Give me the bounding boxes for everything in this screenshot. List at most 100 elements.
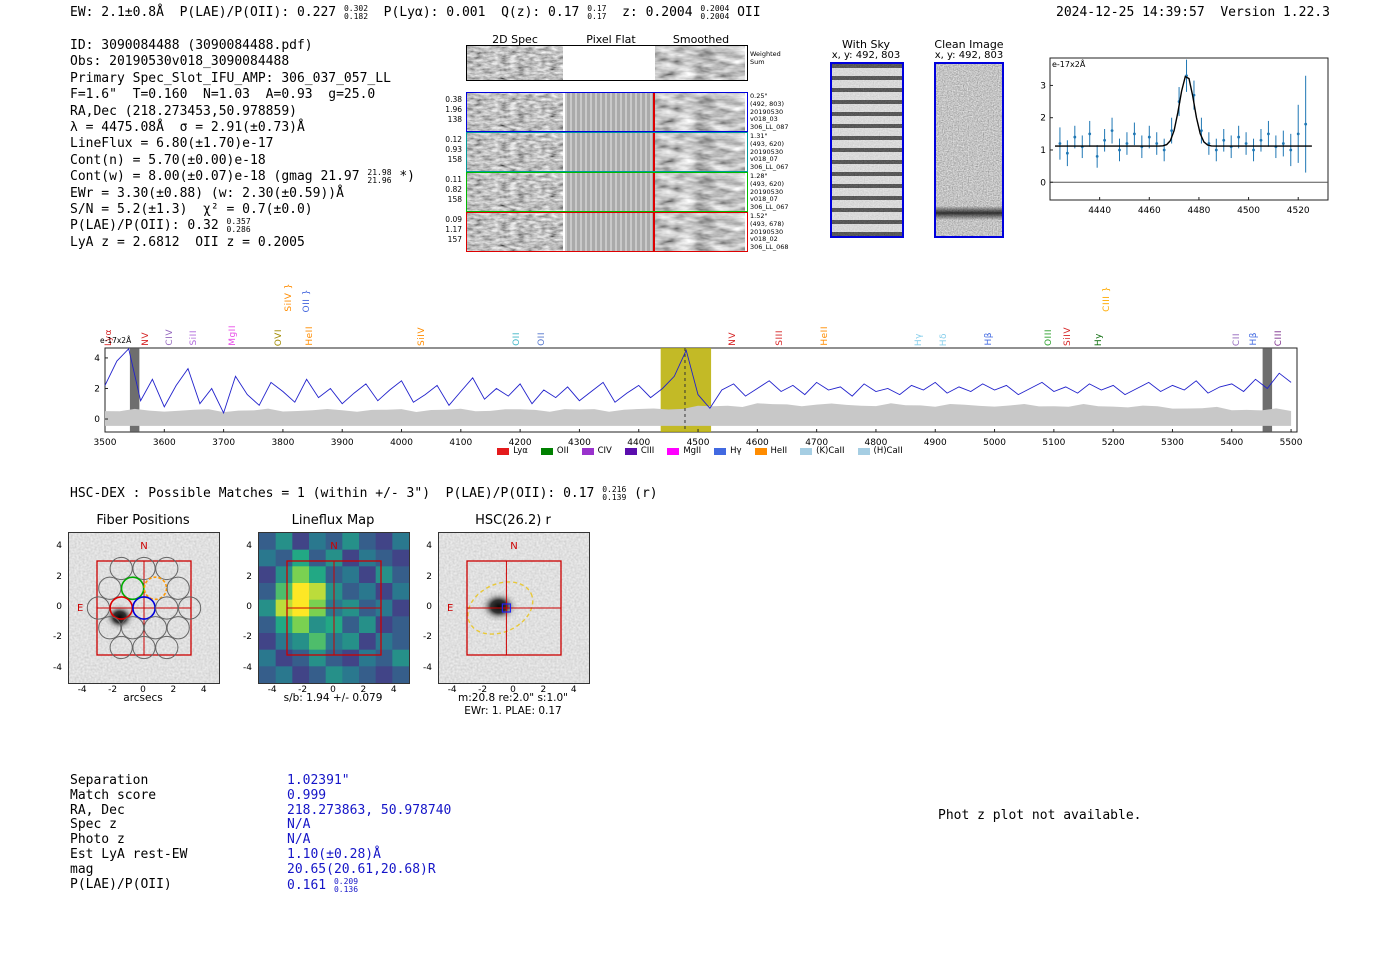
spec2d-left-labels: 0.110.82158 — [440, 175, 462, 204]
spec2d-row — [466, 132, 748, 172]
spec2d-panel-pixelflat — [565, 46, 653, 80]
hscdex-summary: HSC-DEX : Possible Matches = 1 (within +… — [70, 486, 658, 502]
info-line: λ = 4475.08Å σ = 2.91(±0.73)Å — [70, 120, 415, 136]
info-line: ID: 3090084488 (3090084488.pdf) — [70, 38, 415, 54]
spectrum-legend-row: Lyα OII CIV CIII MgII Hγ HeII (K)CaII (H)CaII — [70, 446, 1330, 456]
with-sky-noise — [832, 64, 902, 236]
text-seg: Cont(n) = 5.70(±0.00)e-18 — [70, 153, 266, 168]
legend-swatch — [667, 448, 679, 455]
legend-swatch — [755, 448, 767, 455]
legend-swatch — [800, 448, 812, 455]
legend-label: OII — [557, 446, 569, 456]
detection-info-block: ID: 3090084488 (3090084488.pdf)Obs: 2019… — [70, 38, 415, 251]
lineflux-map-title: Lineflux Map — [255, 513, 411, 528]
cutout-xtick: 0 — [134, 685, 152, 695]
spec2d-right-labels: 0.25"(492, 803)20190530v018_03306_LL_087 — [750, 93, 812, 132]
text-seg: Cont(w) = 8.00(±0.07)e-18 (gmag 21.97 — [70, 169, 367, 184]
info-line: F=1.6" T=0.160 N=1.03 A=0.93 g=25.0 — [70, 87, 415, 103]
text-seg: 0.999 — [287, 788, 326, 803]
legend-item: (K)CaII — [800, 446, 844, 456]
svg-text:3: 3 — [1040, 81, 1046, 91]
match-field-label: RA, Dec — [70, 804, 125, 819]
legend-swatch — [714, 448, 726, 455]
text-seg: λ = 4475.08Å σ = 2.91(±0.73)Å — [70, 120, 305, 135]
spec2d-row — [466, 172, 748, 212]
stacked-uncertainty: 21.9821.96 — [367, 169, 391, 185]
stacked-uncertainty: 0.170.17 — [587, 5, 606, 21]
info-line: Obs: 20190530v018_3090084488 — [70, 54, 415, 70]
match-field-value: 0.999 — [287, 789, 326, 804]
spec2d-panel-pixelflat — [565, 133, 653, 171]
match-field-value: 0.161 0.2090.136 — [287, 878, 358, 894]
spec2d-panel-smoothed — [655, 173, 745, 211]
legend-label: Hγ — [730, 446, 741, 456]
text-seg: Primary Spec_Slot_IFU_AMP: 306_037_057_L… — [70, 71, 391, 86]
cutout-xtick: 4 — [385, 685, 403, 695]
legend-label: (H)CaII — [874, 446, 903, 456]
cutout-ytick: -4 — [44, 663, 62, 673]
svg-text:2: 2 — [1040, 114, 1046, 124]
legend-item: Hγ — [714, 446, 741, 456]
cutout-ytick: 4 — [414, 541, 432, 551]
text-seg: 218.273863, 50.978740 — [287, 803, 451, 818]
clean-image — [934, 62, 1004, 238]
legend-label: CIV — [598, 446, 612, 456]
legend-item: HeII — [755, 446, 788, 456]
spec2d-left-labels: 0.381.96138 — [440, 95, 462, 124]
svg-text:N: N — [330, 541, 337, 552]
text-seg: EWr = 3.30(±0.88) (w: 2.30(±0.59))Å — [70, 186, 344, 201]
legend-item: OII — [541, 446, 569, 456]
hsc-sub2: EWr: 1. PLAE: 0.17 — [435, 705, 591, 717]
svg-text:4: 4 — [94, 354, 100, 364]
legend-swatch — [497, 448, 509, 455]
match-field-value: N/A — [287, 833, 310, 848]
legend-label: Lyα — [513, 446, 528, 456]
spec2d-panel-pixelflat — [565, 93, 653, 131]
svg-text:e-17x2Å: e-17x2Å — [1052, 58, 1086, 69]
stacked-uncertainty: 0.2160.139 — [602, 486, 626, 502]
info-line: LyA z = 2.6812 OII z = 0.2005 — [70, 235, 415, 251]
spec2d-panel-2dspec — [467, 213, 563, 251]
text-seg: z: 0.2004 — [606, 5, 700, 20]
emission-line-label: CIII } — [1102, 286, 1112, 312]
legend-label: CIII — [641, 446, 654, 456]
legend-item: (H)CaII — [858, 446, 903, 456]
info-line: Cont(w) = 8.00(±0.07)e-18 (gmag 21.97 21… — [70, 169, 415, 185]
svg-text:E: E — [77, 603, 83, 614]
hsc-title: HSC(26.2) r — [435, 513, 591, 528]
text-seg: HSC-DEX : Possible Matches = 1 (within +… — [70, 486, 602, 501]
emission-line-label: OII } — [302, 289, 312, 312]
spec2d-panel-2dspec — [467, 173, 563, 211]
text-seg: OII — [729, 5, 760, 20]
match-field-label: P(LAE)/P(OII) — [70, 878, 172, 893]
legend-item: MgII — [667, 446, 701, 456]
text-seg: F=1.6" T=0.160 N=1.03 A=0.93 g=25.0 — [70, 87, 375, 102]
main-spectrum-svg: 0243500360037003800390040004100420043004… — [68, 338, 1332, 452]
cutout-xtick: -4 — [443, 685, 461, 695]
svg-text:0: 0 — [94, 415, 100, 425]
cutout-xtick: -2 — [104, 685, 122, 695]
legend-swatch — [625, 448, 637, 455]
emission-line-label: SiIV } — [284, 283, 294, 312]
cutout-ytick: 2 — [414, 572, 432, 582]
info-line: S/N = 5.2(±1.3) χ² = 0.7(±0.0) — [70, 202, 415, 218]
cutout-ytick: -4 — [414, 663, 432, 673]
spec2d-panel-smoothed — [655, 93, 745, 131]
spec2d-row — [466, 45, 748, 81]
zoom-spectrum-svg: 012344404460448045004520e-17x2Å — [1032, 52, 1336, 226]
spec2d-panel-2dspec — [467, 93, 563, 131]
cutout-ytick: 2 — [44, 572, 62, 582]
stacked-uncertainty: 0.20040.2004 — [700, 5, 729, 21]
cutout-xtick: 4 — [565, 685, 583, 695]
cutout-xtick: 2 — [354, 685, 372, 695]
cutout-xtick: -2 — [294, 685, 312, 695]
cutout-fiber-positions: NE — [68, 532, 220, 684]
info-line: RA,Dec (218.273453,50.978859) — [70, 104, 415, 120]
text-seg: 1.02391" — [287, 773, 350, 788]
match-field-label: Est LyA rest-EW — [70, 848, 187, 863]
cutout-ytick: 0 — [44, 602, 62, 612]
main-spectrum-plot: 0243500360037003800390040004100420043004… — [68, 338, 1332, 456]
cutout-ytick: 0 — [414, 602, 432, 612]
text-seg: S/N = 5.2(±1.3) χ² = 0.7(±0.0) — [70, 202, 313, 217]
smoothed-marker-line — [653, 93, 655, 131]
